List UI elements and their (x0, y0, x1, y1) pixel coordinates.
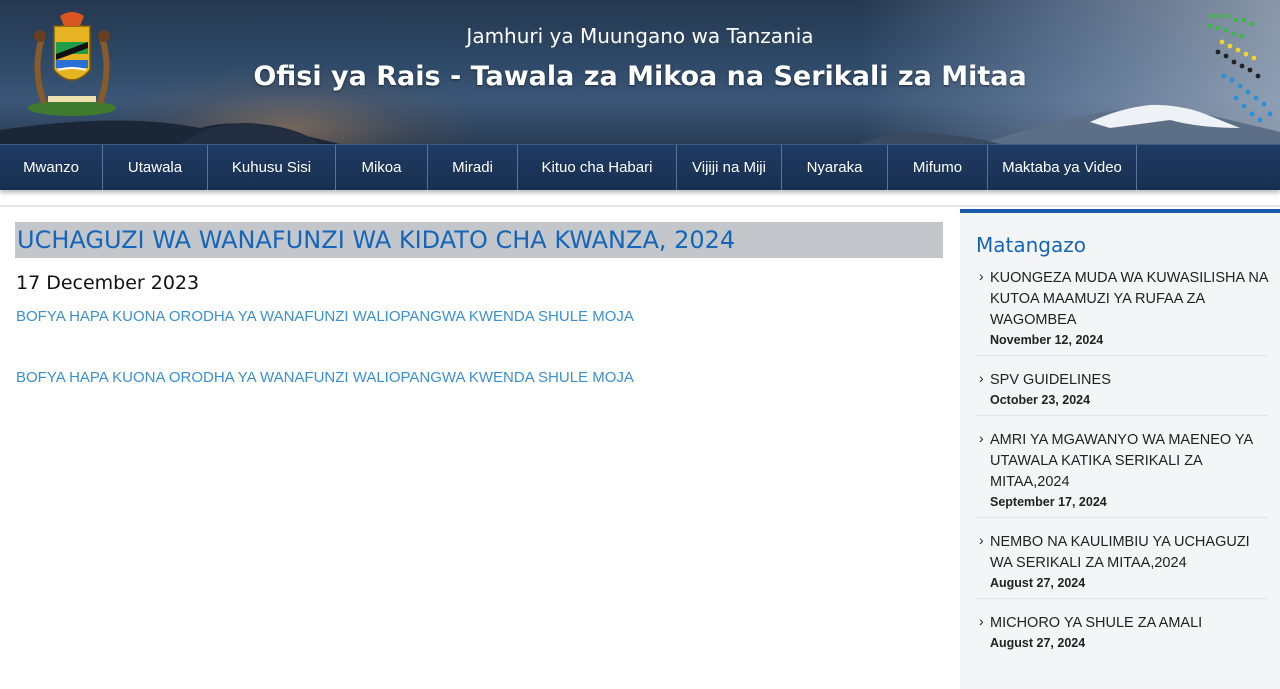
announcement-item[interactable]: › MICHORO YA SHULE ZA AMALI August 27, 2… (976, 599, 1268, 658)
main-nav: Mwanzo Utawala Kuhusu Sisi Mikoa Miradi … (0, 144, 1280, 190)
announcements-sidebar: Matangazo › KUONGEZA MUDA WA KUWASILISHA… (960, 209, 1280, 689)
post-date: 17 December 2023 (16, 272, 200, 294)
chevron-right-icon: › (979, 532, 984, 548)
announcement-date: September 17, 2024 (990, 495, 1107, 509)
page-title: UCHAGUZI WA WANAFUNZI WA KIDATO CHA KWAN… (15, 222, 943, 258)
student-list-link[interactable]: BOFYA HAPA KUONA ORODHA YA WANAFUNZI WAL… (16, 369, 634, 386)
announcement-date: August 27, 2024 (990, 576, 1086, 590)
nav-item-utawala[interactable]: Utawala (103, 145, 208, 190)
nav-item-kituo-cha-habari[interactable]: Kituo cha Habari (518, 145, 677, 190)
header-title: Ofisi ya Rais - Tawala za Mikoa na Serik… (253, 61, 1027, 92)
announcement-list: › KUONGEZA MUDA WA KUWASILISHA NA KUTOA … (976, 263, 1268, 658)
announcement-title[interactable]: MICHORO YA SHULE ZA AMALI (990, 613, 1268, 634)
nav-item-mikoa[interactable]: Mikoa (336, 145, 428, 190)
announcement-item[interactable]: › SPV GUIDELINES October 23, 2024 (976, 356, 1268, 416)
tanzania-map-icon (1207, 13, 1273, 123)
header-subtitle: Jamhuri ya Muungano wa Tanzania (466, 24, 814, 48)
announcement-date: October 23, 2024 (990, 393, 1091, 407)
main-content: UCHAGUZI WA WANAFUNZI WA KIDATO CHA KWAN… (0, 210, 955, 689)
announcement-title[interactable]: NEMBO NA KAULIMBIU YA UCHAGUZI WA SERIKA… (990, 532, 1268, 574)
header-banner: Jamhuri ya Muungano wa Tanzania Ofisi ya… (0, 0, 1280, 144)
nav-item-nyaraka[interactable]: Nyaraka (782, 145, 888, 190)
announcement-title[interactable]: SPV GUIDELINES (990, 370, 1268, 391)
nav-item-miradi[interactable]: Miradi (428, 145, 518, 190)
chevron-right-icon: › (979, 370, 984, 386)
chevron-right-icon: › (979, 613, 984, 629)
content-divider (0, 205, 1280, 207)
chevron-right-icon: › (979, 268, 984, 284)
announcement-item[interactable]: › NEMBO NA KAULIMBIU YA UCHAGUZI WA SERI… (976, 518, 1268, 599)
announcement-date: November 12, 2024 (990, 333, 1104, 347)
announcement-item[interactable]: › AMRI YA MGAWANYO WA MAENEO YA UTAWALA … (976, 416, 1268, 518)
nav-item-mifumo[interactable]: Mifumo (888, 145, 988, 190)
nav-item-kuhusu-sisi[interactable]: Kuhusu Sisi (208, 145, 336, 190)
announcement-date: August 27, 2024 (990, 636, 1086, 650)
nav-item-mwanzo[interactable]: Mwanzo (0, 145, 103, 190)
nav-item-vijiji-na-miji[interactable]: Vijiji na Miji (677, 145, 782, 190)
announcement-title[interactable]: KUONGEZA MUDA WA KUWASILISHA NA KUTOA MA… (990, 268, 1268, 331)
chevron-right-icon: › (979, 430, 984, 446)
student-list-link[interactable]: BOFYA HAPA KUONA ORODHA YA WANAFUNZI WAL… (16, 308, 634, 325)
announcement-title[interactable]: AMRI YA MGAWANYO WA MAENEO YA UTAWALA KA… (990, 430, 1268, 493)
sidebar-title: Matangazo (976, 233, 1086, 257)
nav-item-maktaba-ya-video[interactable]: Maktaba ya Video (988, 145, 1137, 190)
announcement-item[interactable]: › KUONGEZA MUDA WA KUWASILISHA NA KUTOA … (976, 263, 1268, 356)
